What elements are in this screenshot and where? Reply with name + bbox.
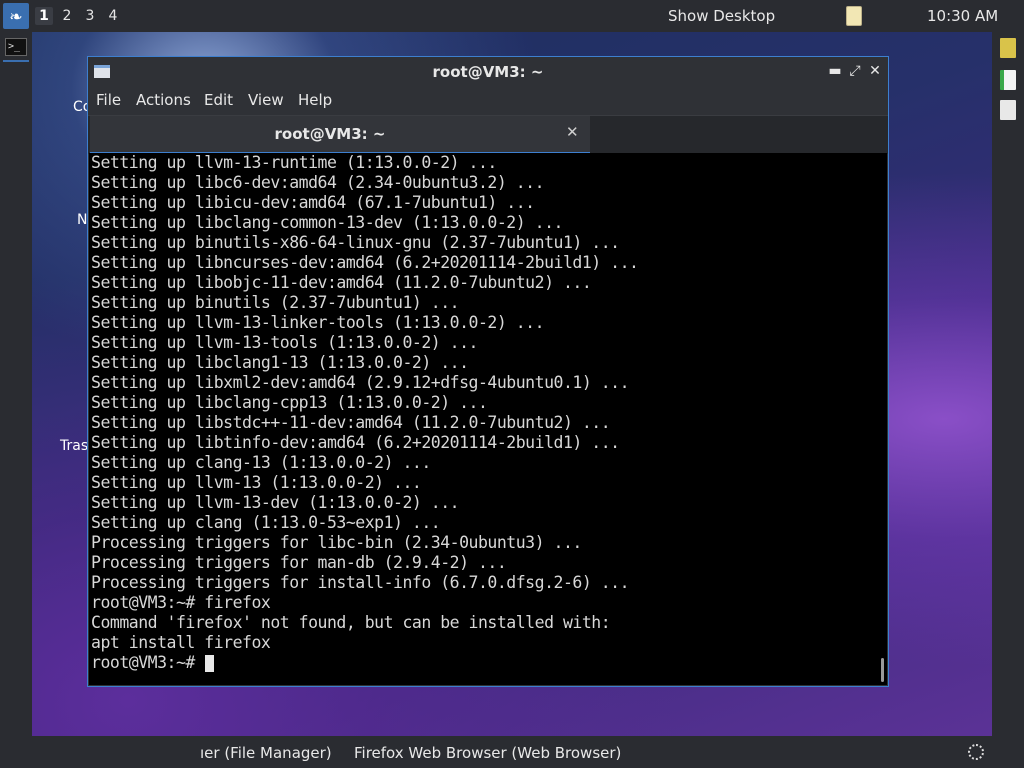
terminal-line: Setting up libicu-dev:amd64 (67.1-7ubunt… — [91, 193, 535, 212]
desktop-icon-label-network[interactable]: N — [77, 212, 87, 228]
terminal-line: Setting up llvm-13-linker-tools (1:13.0.… — [91, 313, 545, 332]
qt-launcher-icon[interactable] — [1000, 38, 1016, 58]
terminal-line: Setting up clang-13 (1:13.0.0-2) ... — [91, 453, 431, 472]
active-launcher-indicator — [3, 60, 29, 62]
terminal-output[interactable]: Setting up llvm-13-runtime (1:13.0.0-2) … — [89, 153, 887, 685]
clipboard-icon[interactable] — [846, 6, 862, 26]
show-desktop-button[interactable]: Show Desktop — [668, 7, 775, 25]
menu-view[interactable]: View — [248, 91, 284, 109]
spreadsheet-icon[interactable] — [1000, 70, 1016, 90]
terminal-line: Setting up llvm-13-runtime (1:13.0.0-2) … — [91, 153, 497, 172]
close-button[interactable]: ✕ — [868, 62, 882, 80]
terminal-line: Processing triggers for install-info (6.… — [91, 573, 630, 592]
maximize-button[interactable]: ⤢ — [848, 62, 862, 80]
terminal-window: root@VM3: ~ ▬ ⤢ ✕ File Actions Edit View… — [87, 56, 889, 687]
terminal-line: Setting up binutils-x86-64-linux-gnu (2.… — [91, 233, 620, 252]
terminal-line: Setting up libclang1-13 (1:13.0.0-2) ... — [91, 353, 469, 372]
workspace-3[interactable]: 3 — [81, 7, 99, 25]
task-firefox[interactable]: Firefox Web Browser (Web Browser) — [354, 744, 621, 762]
menu-file[interactable]: File — [96, 91, 121, 109]
terminal-line: Setting up libc6-dev:amd64 (2.34-0ubuntu… — [91, 173, 545, 192]
formula-icon[interactable] — [1000, 100, 1016, 120]
terminal-line: Processing triggers for libc-bin (2.34-0… — [91, 533, 582, 552]
tab-label: root@VM3: ~ — [274, 125, 386, 143]
menubar: File Actions Edit View Help — [88, 87, 888, 115]
terminal-line: apt install firefox — [91, 633, 271, 652]
terminal-line: Setting up libxml2-dev:amd64 (2.9.12+dfs… — [91, 373, 630, 392]
tab-bar: root@VM3: ~ ✕ — [88, 115, 888, 154]
terminal-line: Setting up llvm-13-tools (1:13.0.0-2) ..… — [91, 333, 478, 352]
terminal-scrollbar[interactable] — [881, 658, 884, 682]
terminal-line: Command 'firefox' not found, but can be … — [91, 613, 611, 632]
terminal-line: Setting up libclang-common-13-dev (1:13.… — [91, 213, 563, 232]
workspace-2[interactable]: 2 — [58, 7, 76, 25]
terminal-line: Setting up libtinfo-dev:amd64 (6.2+20201… — [91, 433, 620, 452]
task-file-manager[interactable]: ıer (File Manager) — [200, 744, 332, 762]
minimize-button[interactable]: ▬ — [828, 62, 842, 80]
text-cursor — [205, 655, 215, 672]
terminal-line: Setting up libclang-cpp13 (1:13.0.0-2) .… — [91, 393, 488, 412]
terminal-prompt: root@VM3:~# — [91, 653, 205, 672]
bottom-panel: ıer (File Manager) Firefox Web Browser (… — [0, 736, 1024, 768]
menu-actions[interactable]: Actions — [136, 91, 191, 109]
workspace-1[interactable]: 1 — [35, 7, 53, 25]
window-titlebar[interactable]: root@VM3: ~ ▬ ⤢ ✕ — [88, 57, 888, 87]
tab-close-icon[interactable]: ✕ — [566, 123, 579, 141]
terminal-line: Setting up binutils (2.37-7ubuntu1) ... — [91, 293, 460, 312]
brightness-icon[interactable] — [968, 744, 984, 760]
menu-help[interactable]: Help — [298, 91, 332, 109]
lxqt-menu-icon: ❧ — [9, 6, 23, 26]
terminal-line: Setting up libobjc-11-dev:amd64 (11.2.0-… — [91, 273, 592, 292]
terminal-tab[interactable]: root@VM3: ~ ✕ — [90, 116, 590, 154]
left-panel: >_ — [0, 32, 32, 736]
workspace-4[interactable]: 4 — [104, 7, 122, 25]
clock[interactable]: 10:30 AM — [927, 7, 998, 25]
terminal-line: Setting up libstdc++-11-dev:amd64 (11.2.… — [91, 413, 611, 432]
right-panel — [992, 32, 1024, 736]
menu-edit[interactable]: Edit — [204, 91, 233, 109]
application-menu-button[interactable]: ❧ — [3, 3, 29, 29]
terminal-line: Setting up llvm-13 (1:13.0.0-2) ... — [91, 473, 422, 492]
terminal-line: Processing triggers for man-db (2.9.4-2)… — [91, 553, 507, 572]
top-panel: ❧ 1 2 3 4 Show Desktop 10:30 AM — [0, 0, 1024, 32]
desktop-icon-label-trash[interactable]: Tras — [60, 438, 88, 454]
terminal-line: root@VM3:~# firefox — [91, 593, 271, 612]
terminal-launcher-icon[interactable]: >_ — [5, 38, 27, 56]
terminal-line: Setting up llvm-13-dev (1:13.0.0-2) ... — [91, 493, 460, 512]
terminal-prompt-line[interactable]: root@VM3:~# — [91, 653, 638, 673]
terminal-line: Setting up clang (1:13.0-53~exp1) ... — [91, 513, 441, 532]
window-title: root@VM3: ~ — [432, 63, 544, 81]
terminal-line: Setting up libncurses-dev:amd64 (6.2+202… — [91, 253, 639, 272]
